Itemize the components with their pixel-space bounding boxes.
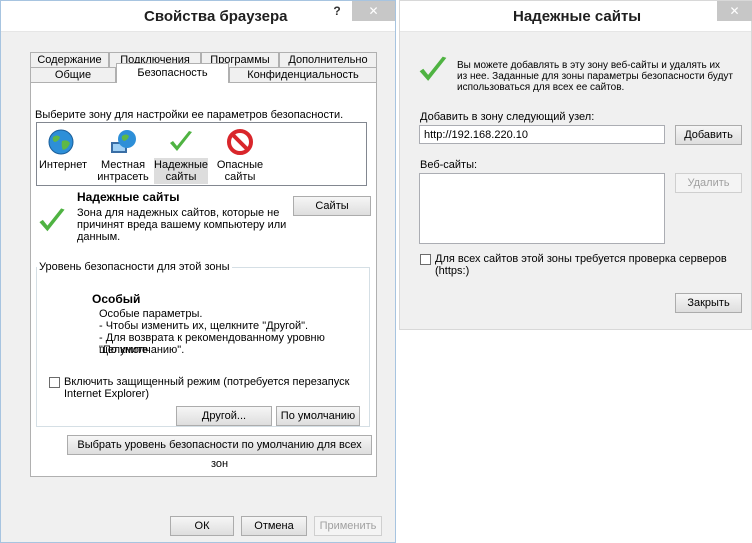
info-text-line3: использоваться для всех ее сайтов. — [457, 82, 625, 93]
security-level-legend: Уровень безопасности для этой зоны — [37, 261, 232, 273]
zone-label: интрасеть — [97, 171, 149, 183]
prohibited-icon — [227, 129, 253, 155]
close-button[interactable]: ✕ — [352, 1, 395, 21]
reset-all-zones-button[interactable]: Выбрать уровень безопасности по умолчани… — [67, 435, 372, 470]
info-text-line1: Вы можете добавлять в эту зону веб-сайты… — [457, 60, 721, 71]
zone-label: Опасные — [216, 159, 264, 171]
zone-label: сайты — [224, 171, 256, 183]
level-text-line4: "По умолчанию". — [99, 344, 185, 356]
zone-restricted-sites[interactable]: Опасные сайты — [213, 125, 267, 183]
zone-list: Интернет Местная интрасеть Надежные сайт… — [36, 122, 367, 186]
close-button[interactable]: ✕ — [717, 1, 752, 21]
protected-mode-label-line1: Включить защищенный режим (потребуется п… — [64, 376, 350, 388]
websites-label: Веб-сайты: — [420, 159, 478, 171]
zone-description-line1: Зона для надежных сайтов, которые не — [77, 207, 280, 219]
intranet-icon — [111, 130, 136, 153]
title-bar: Свойства браузера ? ✕ — [1, 1, 395, 32]
https-required-label: Для всех сайтов этой зоны требуется пров… — [435, 253, 727, 277]
zone-label: сайты — [165, 171, 197, 183]
zone-description-line3: данным. — [77, 231, 121, 243]
https-required-checkbox[interactable] — [420, 254, 431, 265]
level-text-line1: Особые параметры. — [99, 308, 203, 320]
tab-security[interactable]: Безопасность — [116, 63, 229, 83]
tab-general[interactable]: Общие — [30, 67, 116, 83]
zone-label: Надежные — [154, 159, 208, 171]
checkmark-icon — [170, 131, 192, 151]
zone-internet[interactable]: Интернет — [39, 125, 87, 183]
websites-list[interactable] — [419, 173, 665, 244]
zone-title: Надежные сайты — [77, 190, 180, 204]
dialog-title: Свойства браузера — [144, 8, 288, 25]
globe-icon — [48, 129, 74, 155]
remove-button[interactable]: Удалить — [675, 173, 742, 193]
zone-description-line2: причинят вреда вашему компьютеру или — [77, 219, 287, 231]
zone-prompt: Выберите зону для настройки ее параметро… — [35, 109, 344, 121]
help-button[interactable]: ? — [327, 1, 347, 21]
security-tab-panel: Выберите зону для настройки ее параметро… — [30, 82, 377, 477]
dialog-title: Надежные сайты — [513, 8, 642, 25]
trusted-checkmark-icon — [39, 208, 65, 232]
add-site-label: Добавить в зону следующий узел: — [420, 111, 595, 123]
trusted-sites-dialog: Надежные сайты ✕ Вы можете добавлять в э… — [399, 0, 752, 330]
browser-properties-dialog: Свойства браузера ? ✕ Содержание Подключ… — [0, 0, 396, 543]
zone-trusted-sites[interactable]: Надежные сайты — [154, 125, 208, 184]
protected-mode-label-line2: Internet Explorer) — [64, 388, 149, 400]
title-bar: Надежные сайты ✕ — [400, 1, 752, 32]
trusted-checkmark-icon — [419, 56, 447, 81]
cancel-button[interactable]: Отмена — [241, 516, 307, 536]
zone-local-intranet[interactable]: Местная интрасеть — [95, 125, 151, 183]
sites-button[interactable]: Сайты — [293, 196, 371, 216]
protected-mode-checkbox[interactable] — [49, 377, 60, 388]
level-title: Особый — [92, 292, 141, 306]
tab-privacy[interactable]: Конфиденциальность — [229, 67, 377, 83]
add-button[interactable]: Добавить — [675, 125, 742, 145]
zone-label: Интернет — [39, 159, 87, 171]
apply-button[interactable]: Применить — [314, 516, 382, 536]
other-button[interactable]: Другой... — [176, 406, 272, 426]
info-text-line2: из нее. Заданные для зоны параметры безо… — [457, 71, 734, 82]
default-level-button[interactable]: По умолчанию — [276, 406, 360, 426]
tab-content[interactable]: Содержание — [30, 52, 109, 68]
close-dialog-button[interactable]: Закрыть — [675, 293, 742, 313]
ok-button[interactable]: ОК — [170, 516, 234, 536]
add-site-input[interactable]: http://192.168.220.10 — [419, 125, 665, 144]
tab-advanced[interactable]: Дополнительно — [279, 52, 377, 68]
level-text-line2: - Чтобы изменить их, щелкните "Другой". — [99, 320, 309, 332]
zone-label: Местная — [100, 159, 146, 171]
